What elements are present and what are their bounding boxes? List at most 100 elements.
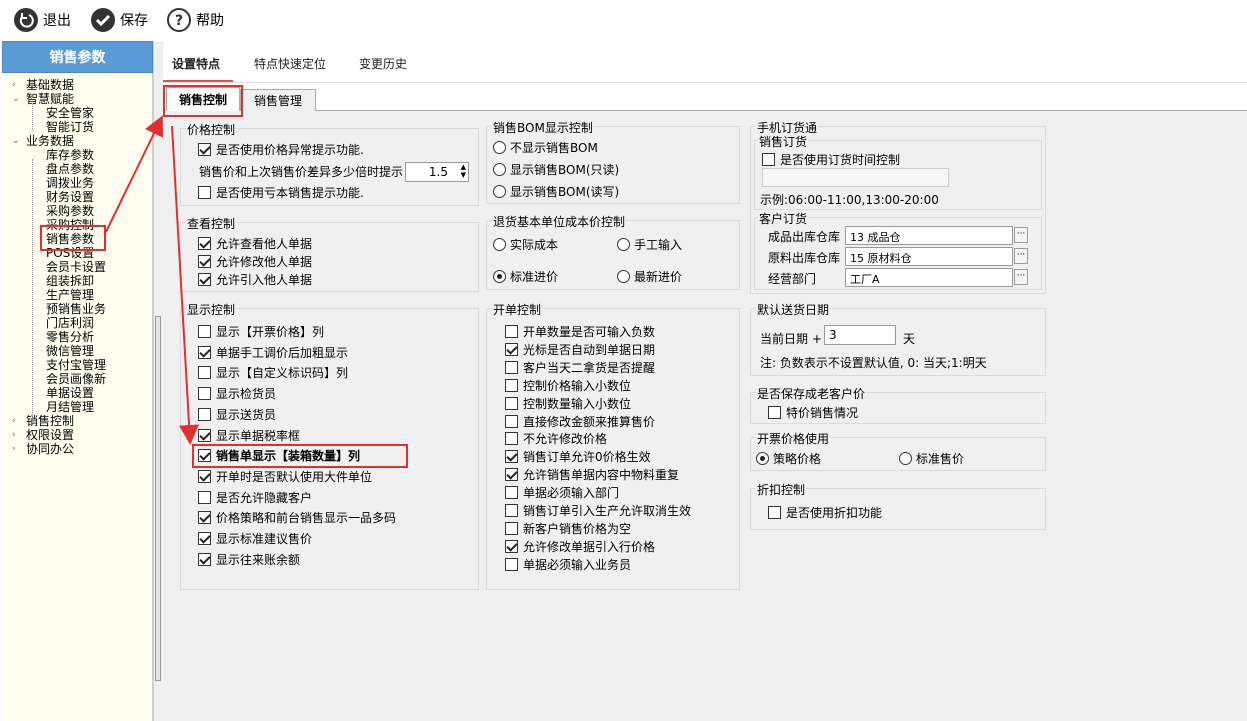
checkbox[interactable] (198, 552, 211, 566)
tree-toggle-icon[interactable]: › (12, 444, 16, 454)
sidebar-item[interactable]: 月结管理 (46, 400, 94, 414)
discount-checkbox[interactable]: 是否使用折扣功能 (768, 504, 882, 521)
tab-change-history[interactable]: 变更历史 (359, 55, 407, 72)
display-control-item-1[interactable]: 单据手工调价后加粗显示 (198, 344, 348, 361)
order-control-item-3[interactable]: 控制价格输入小数位 (505, 377, 631, 394)
checkbox[interactable] (505, 396, 518, 410)
order-time-input[interactable] (762, 168, 949, 187)
display-control-item-10[interactable]: 显示标准建议售价 (198, 530, 312, 547)
spinner-arrows-icon[interactable]: ▲ ▼ (461, 163, 466, 179)
checkbox[interactable] (505, 360, 518, 374)
checkbox[interactable] (198, 387, 211, 401)
checkbox[interactable] (505, 521, 518, 535)
order-control-item-1[interactable]: 光标是否自动到单据日期 (505, 341, 655, 358)
view-control-item-2[interactable]: 允许引入他人单据 (198, 271, 312, 288)
loss-warning-checkbox[interactable]: 是否使用亏本销售提示功能. (198, 184, 364, 201)
bom-option-0[interactable]: 不显示销售BOM (493, 139, 598, 156)
order-control-item-9[interactable]: 单据必须输入部门 (505, 484, 619, 501)
checkbox[interactable] (198, 366, 211, 380)
customer-field-input[interactable]: 13 成品仓 (845, 226, 1013, 245)
sidebar-item[interactable]: 智能订货 (46, 120, 94, 134)
display-control-item-5[interactable]: 显示单据税率框 (198, 427, 300, 444)
radio[interactable] (493, 185, 506, 198)
order-control-item-10[interactable]: 销售订单引入生产允许取消生效 (505, 502, 691, 519)
checkbox[interactable] (505, 539, 518, 553)
sidebar-item[interactable]: 会员卡设置 (46, 260, 106, 274)
order-control-item-5[interactable]: 直接修改金额来推算售价 (505, 413, 655, 430)
sidebar-item[interactable]: 零售分析 (46, 330, 94, 344)
display-control-item-3[interactable]: 显示检货员 (198, 385, 276, 402)
sidebar-item[interactable]: 销售控制 (26, 414, 74, 428)
sidebar-item[interactable]: 业务数据 (26, 134, 74, 148)
radio[interactable] (899, 452, 912, 465)
sidebar-item[interactable]: 财务设置 (46, 190, 94, 204)
help-button[interactable]: ? 帮助 (167, 6, 224, 34)
display-control-item-7[interactable]: 开单时是否默认使用大件单位 (198, 468, 372, 485)
exit-button[interactable]: 退出 (14, 6, 71, 34)
delivery-days-input[interactable]: 3 (824, 325, 896, 345)
checkbox[interactable] (198, 469, 211, 483)
checkbox[interactable] (198, 273, 211, 286)
ellipsis-button[interactable]: ··· (1014, 227, 1028, 243)
sidebar-item[interactable]: 采购参数 (46, 204, 94, 218)
splitter[interactable] (153, 41, 163, 721)
tab-quick-locate[interactable]: 特点快速定位 (254, 55, 326, 72)
checkbox[interactable] (198, 407, 211, 421)
checkbox[interactable] (505, 557, 518, 571)
sidebar-item[interactable]: 盘点参数 (46, 162, 94, 176)
checkbox[interactable] (198, 255, 211, 268)
checkbox[interactable] (505, 414, 518, 428)
radio[interactable] (493, 141, 506, 154)
order-control-item-6[interactable]: 不允许修改价格 (505, 430, 607, 447)
checkbox[interactable] (505, 378, 518, 392)
special-price-checkbox[interactable]: 特价销售情况 (768, 404, 858, 421)
order-control-item-2[interactable]: 客户当天二拿货是否提醒 (505, 359, 655, 376)
tree-toggle-icon[interactable]: › (12, 430, 16, 440)
display-control-item-9[interactable]: 价格策略和前台销售显示一品多码 (198, 509, 396, 526)
sidebar-item[interactable]: 预销售业务 (46, 302, 106, 316)
tree-toggle-icon[interactable]: › (12, 80, 16, 90)
strategy-price-radio[interactable]: 策略价格 (756, 450, 821, 467)
order-control-item-4[interactable]: 控制数量输入小数位 (505, 395, 631, 412)
checkbox[interactable] (505, 450, 518, 464)
customer-field-input[interactable]: 15 原材料仓 (845, 247, 1013, 266)
standard-sale-price-radio[interactable]: 标准售价 (899, 450, 964, 467)
sidebar-item[interactable]: 基础数据 (26, 78, 74, 92)
display-control-item-8[interactable]: 是否允许隐藏客户 (198, 489, 312, 506)
checkbox[interactable] (198, 490, 211, 504)
checkbox[interactable] (198, 143, 211, 156)
order-control-item-12[interactable]: 允许修改单据引入行价格 (505, 538, 655, 555)
sidebar-item[interactable]: 支付宝管理 (46, 358, 106, 372)
checkbox[interactable] (198, 345, 211, 359)
display-control-item-4[interactable]: 显示送货员 (198, 406, 276, 423)
order-control-item-0[interactable]: 开单数量是否可输入负数 (505, 323, 655, 340)
actual-cost-radio[interactable]: 实际成本 (493, 236, 558, 253)
radio[interactable] (493, 270, 506, 283)
tab-settings-features[interactable]: 设置特点 (172, 55, 220, 72)
order-control-item-13[interactable]: 单据必须输入业务员 (505, 556, 631, 573)
scrollbar[interactable] (155, 316, 161, 681)
checkbox[interactable] (768, 406, 781, 419)
checkbox[interactable] (198, 237, 211, 250)
checkbox[interactable] (768, 506, 781, 519)
sidebar-item[interactable]: 权限设置 (26, 428, 74, 442)
checkbox[interactable] (198, 186, 211, 199)
manual-input-radio[interactable]: 手工输入 (617, 236, 682, 253)
customer-field-input[interactable]: 工厂A (845, 268, 1013, 287)
order-time-checkbox[interactable]: 是否使用订货时间控制 (762, 151, 900, 168)
sidebar-item[interactable]: 微信管理 (46, 344, 94, 358)
ellipsis-button[interactable]: ··· (1014, 248, 1028, 264)
radio[interactable] (617, 238, 630, 251)
radio[interactable] (756, 452, 769, 465)
tab-sales-management[interactable]: 销售管理 (240, 89, 316, 111)
checkbox[interactable] (505, 486, 518, 500)
sidebar-item[interactable]: 会员画像新 (46, 372, 106, 386)
sidebar-item[interactable]: 单据设置 (46, 386, 94, 400)
sidebar-item[interactable]: 协同办公 (26, 442, 74, 456)
view-control-item-1[interactable]: 允许修改他人单据 (198, 253, 312, 270)
display-control-item-0[interactable]: 显示【开票价格】列 (198, 323, 324, 340)
sidebar-item[interactable]: 库存参数 (46, 148, 94, 162)
sidebar-item[interactable]: 智慧赋能 (26, 92, 74, 106)
standard-price-radio[interactable]: 标准进价 (493, 268, 558, 285)
checkbox[interactable] (198, 325, 211, 338)
